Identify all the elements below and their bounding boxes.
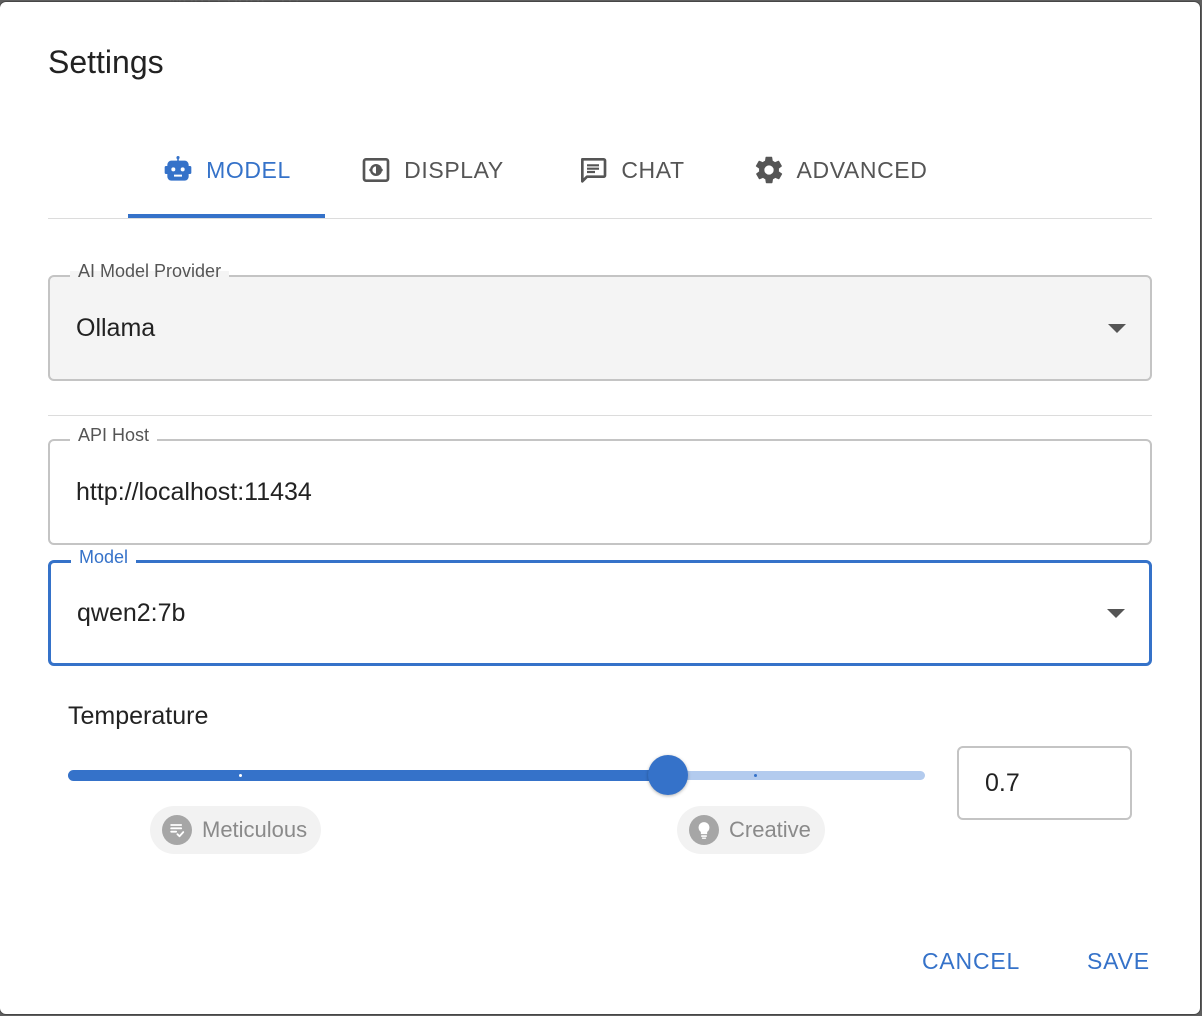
tab-advanced[interactable]: ADVANCED <box>744 122 936 218</box>
api-host-input[interactable]: http://localhost:11434 <box>76 441 312 543</box>
provider-select[interactable]: AI Model Provider Ollama <box>48 260 1152 381</box>
chat-icon <box>577 154 609 186</box>
settings-dialog: Settings MODEL DISPLAY CHAT ADVANCED AI … <box>0 2 1200 1014</box>
creative-chip[interactable]: Creative <box>677 806 825 854</box>
dialog-title: Settings <box>48 44 164 80</box>
save-button[interactable]: SAVE <box>1087 948 1150 975</box>
settings-tabs: MODEL DISPLAY CHAT ADVANCED <box>48 122 1152 219</box>
chevron-down-icon[interactable] <box>1107 609 1125 618</box>
tab-display[interactable]: DISPLAY <box>348 122 516 218</box>
gear-icon <box>753 154 785 186</box>
display-settings-icon <box>360 154 392 186</box>
slider-mark <box>239 774 242 777</box>
meticulous-chip[interactable]: Meticulous <box>150 806 322 854</box>
tab-chat[interactable]: CHAT <box>566 122 696 218</box>
tab-advanced-label: ADVANCED <box>796 156 928 183</box>
section-divider <box>48 415 1152 416</box>
tab-display-label: DISPLAY <box>404 156 504 183</box>
temperature-slider[interactable] <box>68 755 925 795</box>
temperature-input[interactable]: 0.7 <box>957 746 1132 820</box>
tab-chat-label: CHAT <box>621 156 685 183</box>
creative-label: Creative <box>729 817 811 842</box>
api-host-field[interactable]: API Host http://localhost:11434 <box>48 424 1152 545</box>
slider-mark <box>754 774 757 777</box>
checklist-icon <box>162 815 192 845</box>
provider-value: Ollama <box>76 313 156 342</box>
model-value: qwen2:7b <box>77 598 186 627</box>
robot-icon <box>162 154 194 186</box>
cancel-button[interactable]: CANCEL <box>922 948 1020 975</box>
slider-track[interactable] <box>68 770 668 781</box>
temperature-label: Temperature <box>68 702 209 730</box>
chevron-down-icon[interactable] <box>1108 324 1126 333</box>
slider-thumb[interactable] <box>648 755 688 795</box>
tab-model[interactable]: MODEL <box>128 122 325 218</box>
model-select[interactable]: Model qwen2:7b <box>48 546 1152 666</box>
lightbulb-icon <box>689 815 719 845</box>
tab-model-label: MODEL <box>206 156 291 183</box>
active-tab-indicator <box>128 214 325 218</box>
meticulous-label: Meticulous <box>202 817 308 842</box>
